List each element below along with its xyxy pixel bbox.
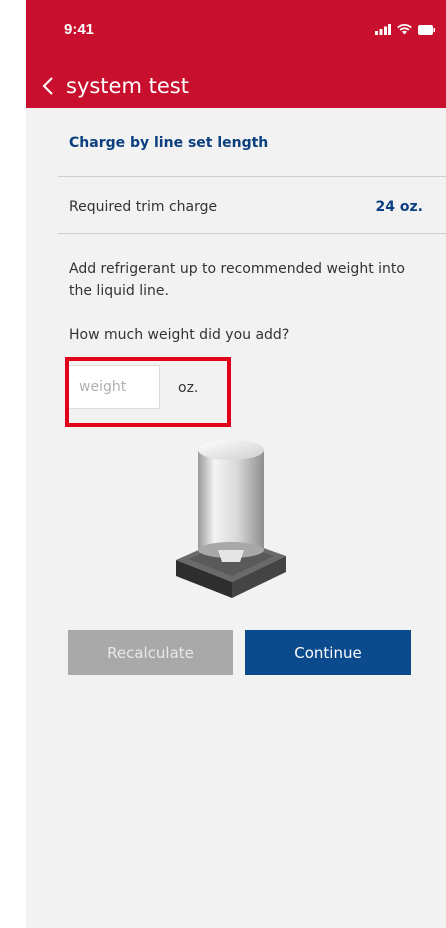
nav-bar: system test	[40, 74, 189, 98]
signal-icon	[375, 24, 391, 35]
page-title: system test	[66, 74, 189, 98]
trim-charge-value: 24 oz.	[375, 199, 423, 215]
battery-icon	[418, 24, 435, 35]
divider	[58, 176, 446, 177]
weight-question: How much weight did you add?	[69, 327, 290, 343]
highlight-box	[65, 357, 231, 427]
back-chevron-icon[interactable]	[40, 75, 58, 97]
phone-screen: 9:41 system test Charge by line set leng…	[26, 0, 446, 928]
refrigerant-scale-illustration	[176, 440, 286, 598]
divider	[58, 233, 446, 234]
continue-button[interactable]: Continue	[245, 630, 411, 675]
section-title: Charge by line set length	[69, 135, 269, 151]
wifi-icon	[397, 24, 412, 35]
instruction-text: Add refrigerant up to recommended weight…	[69, 261, 405, 299]
trim-charge-label: Required trim charge	[69, 199, 218, 215]
recalculate-button[interactable]: Recalculate	[68, 630, 233, 675]
app-header: 9:41 system test	[26, 0, 446, 108]
status-icons	[375, 24, 435, 35]
status-time: 9:41	[64, 21, 95, 38]
